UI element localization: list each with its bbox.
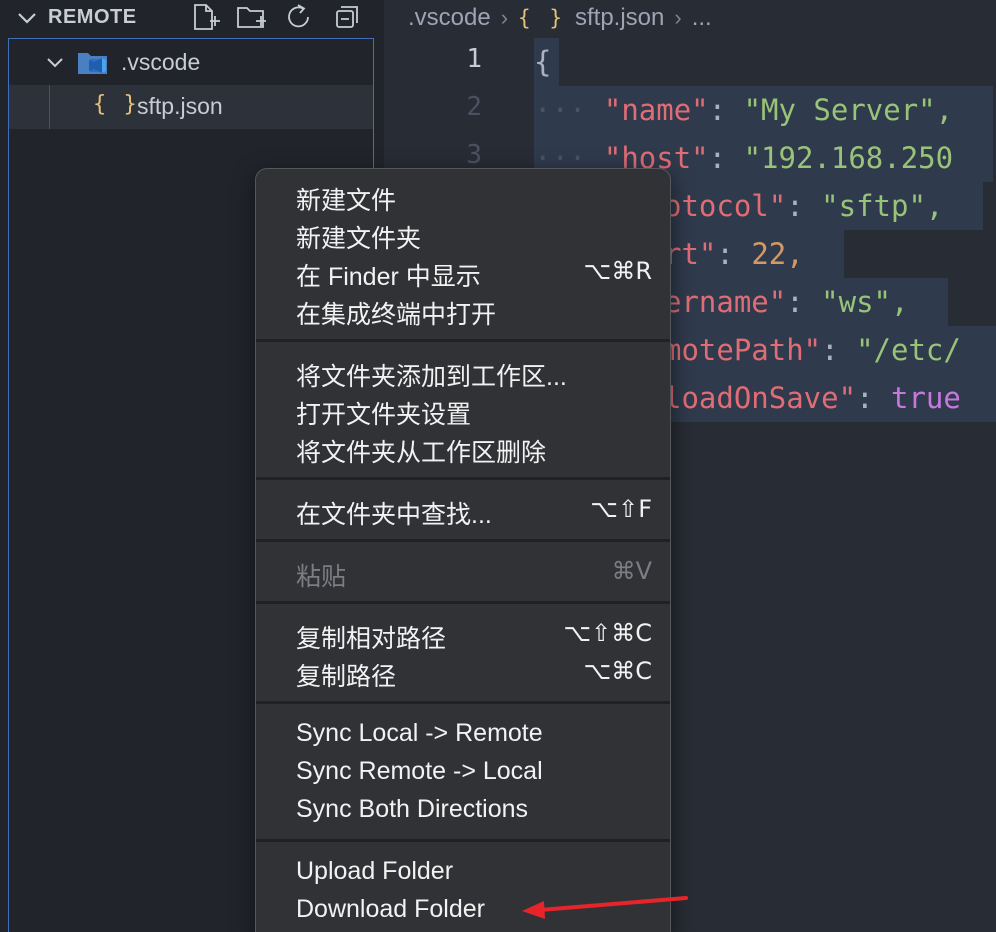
refresh-icon[interactable] xyxy=(284,2,314,32)
menu-item-sync-both-directions[interactable]: Sync Both Directions xyxy=(256,790,670,828)
menu-item-add-folder-to-workspace[interactable]: 将文件夹添加到工作区... xyxy=(256,352,670,391)
chevron-down-icon[interactable] xyxy=(45,53,65,73)
menu-item-open-in-terminal[interactable]: 在集成终端中打开 xyxy=(256,290,670,329)
line-number: 1 xyxy=(466,44,482,74)
code-line[interactable]: ··· "name": "My Server", xyxy=(534,86,994,134)
remote-section-header[interactable]: REMOTE xyxy=(0,0,384,36)
menu-item-upload-folder[interactable]: Upload Folder xyxy=(256,852,670,890)
shortcut-label: ⌘V xyxy=(611,557,652,585)
menu-item-find-in-folder[interactable]: 在文件夹中查找... ⌥⇧F xyxy=(256,490,670,529)
code-line[interactable]: ername": "ws", xyxy=(664,278,949,326)
shortcut-label: ⌥⇧F xyxy=(590,495,652,523)
line-number: 2 xyxy=(466,92,482,122)
menu-item-copy-path[interactable]: 复制路径 ⌥⌘C xyxy=(256,652,670,691)
menu-separator xyxy=(256,339,670,342)
menu-separator xyxy=(256,701,670,704)
chevron-down-icon[interactable] xyxy=(16,8,38,28)
json-file-icon: { } xyxy=(518,6,565,30)
vscode-window: REMOTE .vscode {} sftp.json .vscode › {… xyxy=(0,0,996,932)
menu-item-download-folder[interactable]: Download Folder xyxy=(256,890,670,928)
code-line[interactable]: { xyxy=(534,38,560,86)
tree-item-label: .vscode xyxy=(121,49,201,75)
menu-separator xyxy=(256,477,670,480)
vscode-folder-icon xyxy=(78,53,107,74)
section-title: REMOTE xyxy=(48,6,137,28)
context-menu: 新建文件 新建文件夹 在 Finder 中显示 ⌥⌘R 在集成终端中打开 将文件… xyxy=(255,168,671,932)
line-number: 3 xyxy=(466,140,482,170)
chevron-right-icon: › xyxy=(500,5,509,30)
menu-item-sync-local-to-remote[interactable]: Sync Local -> Remote xyxy=(256,714,670,752)
shortcut-label: ⌥⇧⌘C xyxy=(563,619,652,647)
chevron-right-icon: › xyxy=(674,5,682,30)
menu-item-paste: 粘贴 ⌘V xyxy=(296,557,652,591)
tree-item-sftp-json[interactable]: { } sftp.json xyxy=(9,85,373,129)
new-file-icon[interactable] xyxy=(190,2,220,32)
menu-item-remove-folder-from-workspace[interactable]: 将文件夹从工作区删除 xyxy=(256,428,670,467)
new-folder-icon[interactable] xyxy=(236,2,266,32)
tree-item-label: sftp.json xyxy=(137,93,223,119)
menu-item-open-folder-settings[interactable]: 打开文件夹设置 xyxy=(256,390,670,429)
breadcrumb-file[interactable]: sftp.json xyxy=(575,4,664,32)
shortcut-label: ⌥⌘R xyxy=(583,257,652,285)
menu-separator xyxy=(256,601,670,604)
menu-item-copy-relative-path[interactable]: 复制相对路径 ⌥⇧⌘C xyxy=(256,614,670,653)
breadcrumb-folder[interactable]: .vscode xyxy=(408,4,491,32)
tree-item-vscode-folder[interactable]: .vscode xyxy=(9,41,373,85)
menu-separator xyxy=(256,839,670,842)
collapse-all-icon[interactable] xyxy=(332,2,362,32)
breadcrumb: .vscode › { } sftp.json › ... xyxy=(408,2,712,34)
shortcut-label: ⌥⌘C xyxy=(583,657,652,685)
menu-item-sync-remote-to-local[interactable]: Sync Remote -> Local xyxy=(256,752,670,790)
menu-item-new-file[interactable]: 新建文件 xyxy=(256,176,670,215)
menu-item-new-folder[interactable]: 新建文件夹 xyxy=(256,214,670,253)
code-line[interactable]: loadOnSave": true xyxy=(664,374,996,422)
json-file-icon: { } xyxy=(93,92,139,117)
code-line[interactable]: rt": 22, xyxy=(664,230,844,278)
breadcrumb-more[interactable]: ... xyxy=(692,4,712,32)
indent-guide xyxy=(49,85,50,129)
menu-separator xyxy=(256,539,670,542)
code-line[interactable]: otocol": "sftp", xyxy=(664,182,984,230)
code-line[interactable]: motePath": "/etc/ xyxy=(664,326,996,374)
menu-item-reveal-in-finder[interactable]: 在 Finder 中显示 ⌥⌘R xyxy=(256,252,670,291)
